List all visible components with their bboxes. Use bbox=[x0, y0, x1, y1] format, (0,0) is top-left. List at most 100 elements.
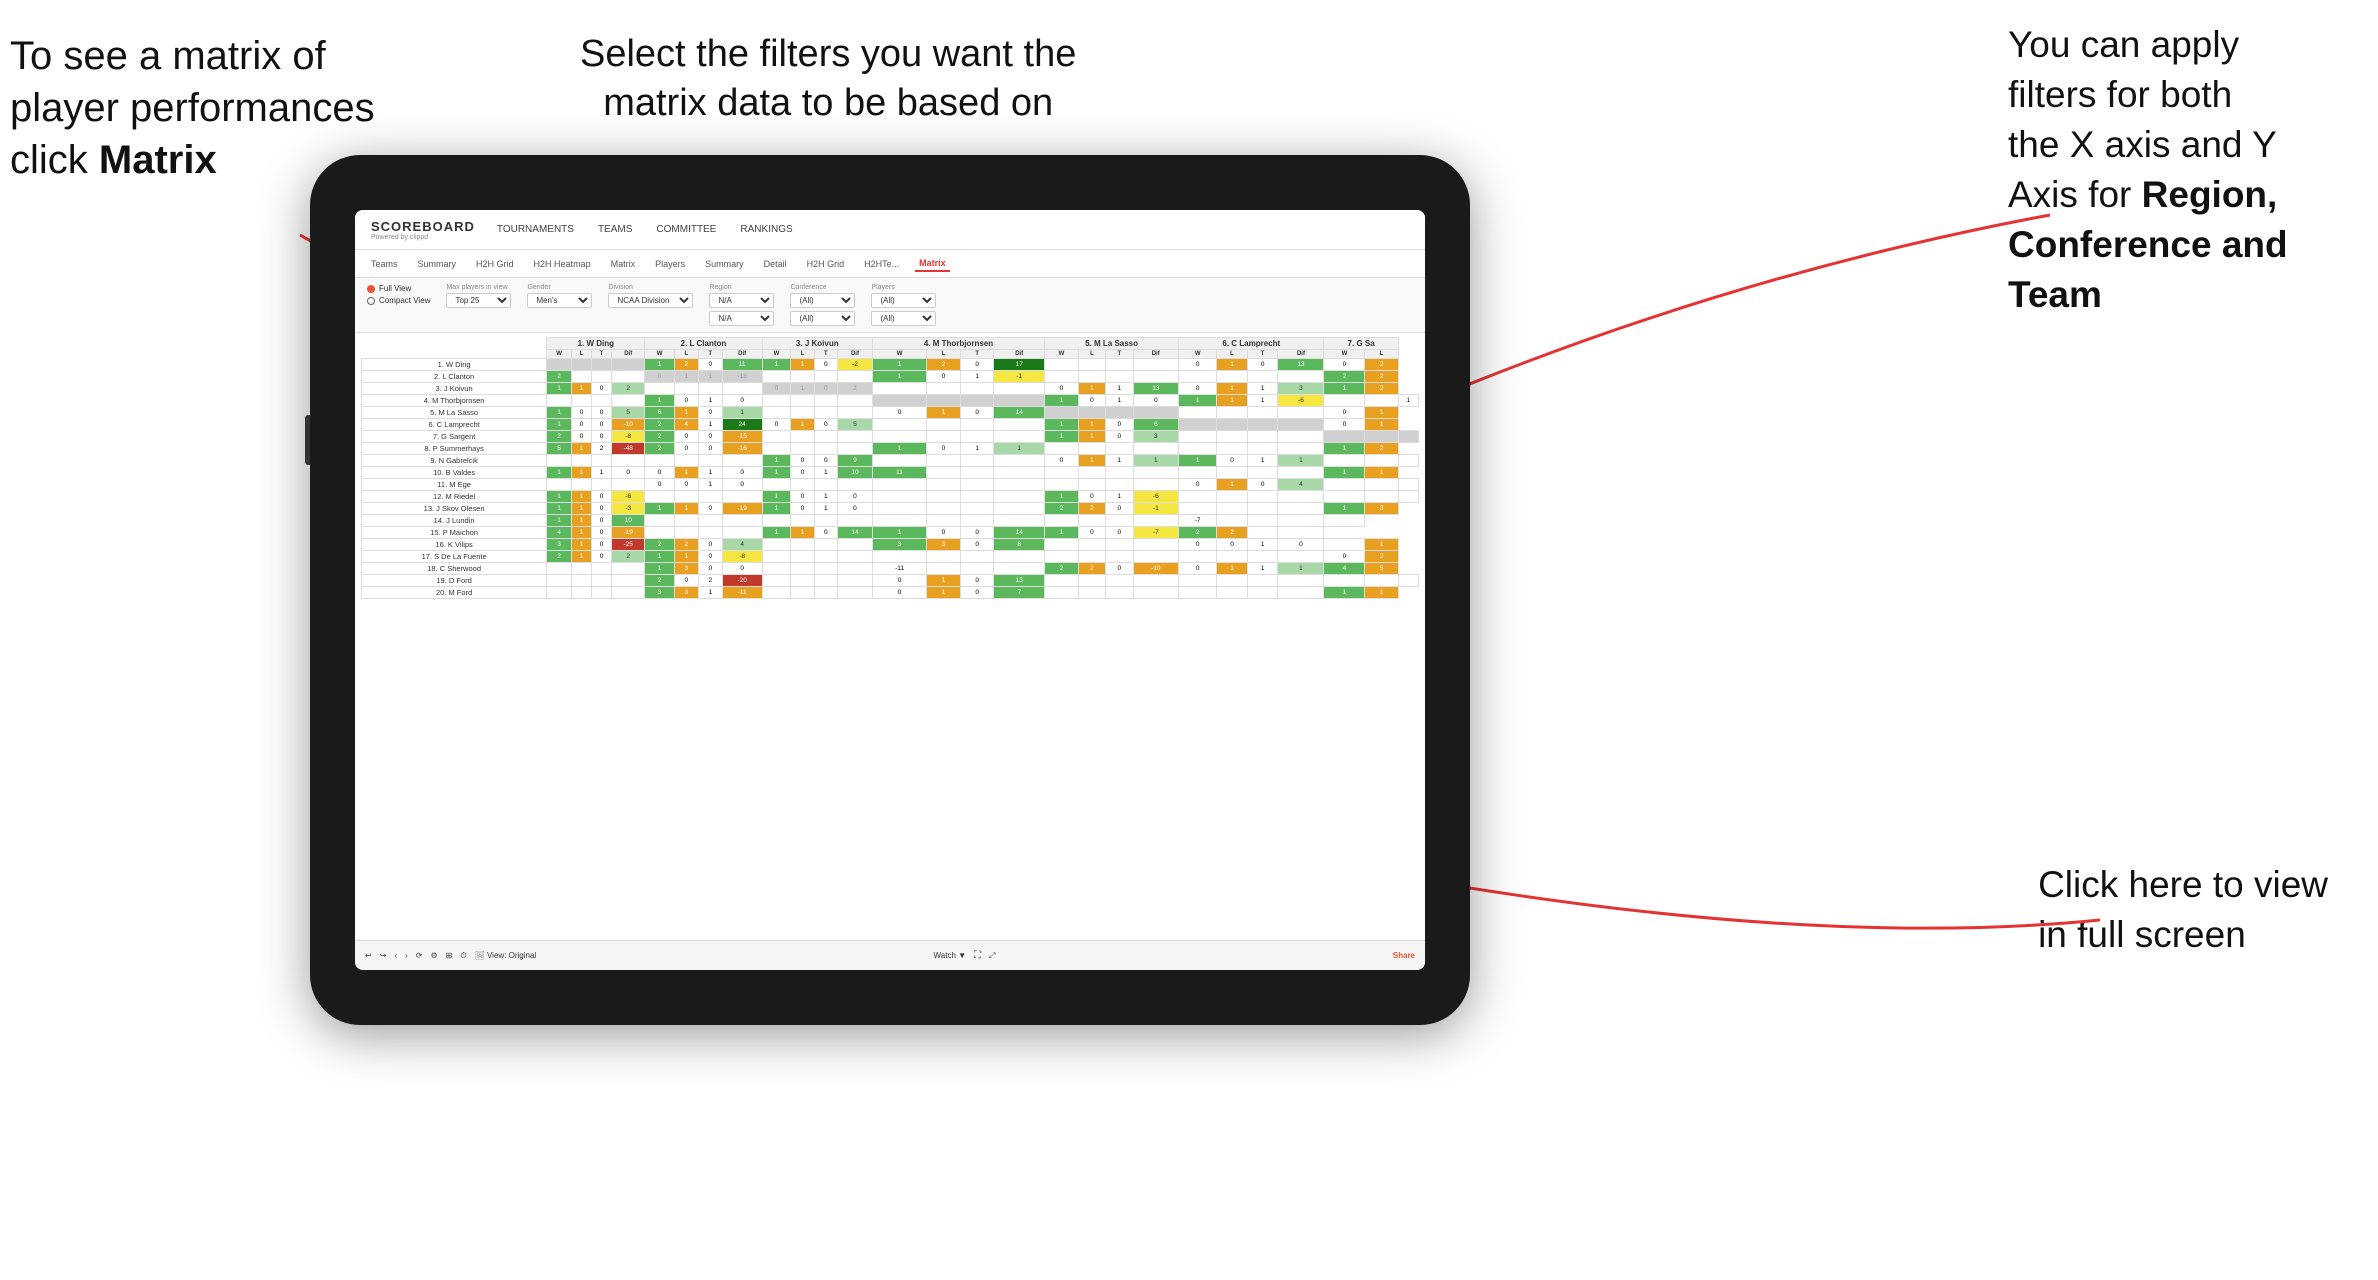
max-players-select[interactable]: Top 25 bbox=[446, 293, 511, 308]
matrix-cell: 3 bbox=[1365, 503, 1398, 515]
matrix-cell: -11 bbox=[872, 563, 926, 575]
tab-matrix-active[interactable]: Matrix bbox=[915, 256, 950, 272]
timer-btn[interactable]: ⏱ bbox=[460, 951, 466, 961]
matrix-cell: 0 bbox=[927, 443, 961, 455]
row-label: 12. M Riedel bbox=[362, 491, 547, 503]
matrix-cell bbox=[1365, 431, 1398, 443]
matrix-cell: 17 bbox=[994, 359, 1045, 371]
matrix-cell bbox=[571, 587, 591, 599]
tab-detail[interactable]: Detail bbox=[760, 257, 791, 271]
matrix-cell bbox=[791, 575, 814, 587]
matrix-cell: -7 bbox=[1179, 515, 1217, 527]
undo-btn[interactable]: ↩ bbox=[365, 951, 372, 960]
filters-area: Full View Compact View Max players in vi… bbox=[355, 278, 1425, 333]
grid-btn[interactable]: ⊞ bbox=[446, 951, 453, 960]
back-btn[interactable]: ‹ bbox=[394, 951, 397, 960]
matrix-cell bbox=[960, 563, 994, 575]
matrix-cell: 6 bbox=[645, 407, 674, 419]
matrix-cell: 1 bbox=[547, 383, 572, 395]
matrix-cell: 1 bbox=[698, 395, 722, 407]
sh-t2: T bbox=[698, 350, 722, 359]
region-select-1[interactable]: N/A bbox=[709, 293, 774, 308]
matrix-cell bbox=[927, 395, 961, 407]
matrix-cell: 0 bbox=[927, 371, 961, 383]
tab-teams[interactable]: Teams bbox=[367, 257, 402, 271]
tab-h2h-heatmap[interactable]: H2H Heatmap bbox=[530, 257, 595, 271]
matrix-cell bbox=[591, 371, 611, 383]
share-btn[interactable]: Share bbox=[1393, 951, 1415, 960]
matrix-cell: 1 bbox=[547, 407, 572, 419]
watch-btn[interactable]: Watch ▼ bbox=[934, 951, 967, 960]
conference-select-2[interactable]: (All) bbox=[790, 311, 855, 326]
matrix-cell bbox=[791, 551, 814, 563]
matrix-cell bbox=[1078, 443, 1105, 455]
redo-btn[interactable]: ↪ bbox=[380, 951, 387, 960]
matrix-cell bbox=[1324, 395, 1365, 407]
matrix-cell: 1 bbox=[762, 467, 791, 479]
nav-committee[interactable]: COMMITTEE bbox=[654, 220, 718, 239]
players-select-2[interactable]: (All) bbox=[871, 311, 936, 326]
matrix-cell bbox=[612, 479, 645, 491]
matrix-cell: 4 bbox=[722, 539, 762, 551]
nav-tournaments[interactable]: TOURNAMENTS bbox=[495, 220, 576, 239]
tab-players[interactable]: Players bbox=[651, 257, 689, 271]
matrix-cell bbox=[698, 491, 722, 503]
matrix-cell bbox=[927, 383, 961, 395]
matrix-cell: -1 bbox=[1133, 503, 1179, 515]
matrix-cell: 0 bbox=[571, 419, 591, 431]
region-select-2[interactable]: N/A bbox=[709, 311, 774, 326]
filter-conference: Conference (All) (All) bbox=[790, 284, 855, 326]
radio-compact-view[interactable]: Compact View bbox=[367, 296, 430, 305]
tab-summary[interactable]: Summary bbox=[414, 257, 461, 271]
filter-division: Division NCAA Division I bbox=[608, 284, 693, 308]
matrix-cell: 1 bbox=[960, 371, 994, 383]
tab-h2h-grid-2[interactable]: H2H Grid bbox=[803, 257, 849, 271]
matrix-cell: 1 bbox=[1247, 383, 1278, 395]
matrix-cell: 1 bbox=[1106, 491, 1133, 503]
matrix-cell: 1 bbox=[927, 407, 961, 419]
matrix-cell: 2 bbox=[1365, 371, 1398, 383]
gender-select[interactable]: Men's bbox=[527, 293, 592, 308]
matrix-cell: 0 bbox=[1324, 419, 1365, 431]
matrix-cell bbox=[547, 563, 572, 575]
matrix-cell bbox=[960, 455, 994, 467]
nav-rankings[interactable]: RANKINGS bbox=[738, 220, 794, 239]
matrix-cell: 0 bbox=[1247, 479, 1278, 491]
tab-h2hte[interactable]: H2HTe... bbox=[860, 257, 903, 271]
matrix-cell: 0 bbox=[1324, 359, 1365, 371]
players-select-1[interactable]: (All) bbox=[871, 293, 936, 308]
view-options: Full View Compact View bbox=[367, 284, 430, 305]
share-icon-btn[interactable]: ⤢ bbox=[989, 951, 995, 961]
row-label: 11. M Ege bbox=[362, 479, 547, 491]
matrix-cell bbox=[791, 563, 814, 575]
sh-l4: L bbox=[927, 350, 961, 359]
matrix-cell: 0 bbox=[698, 551, 722, 563]
region-label: Region bbox=[709, 284, 774, 291]
matrix-cell bbox=[547, 479, 572, 491]
forward-btn[interactable]: › bbox=[405, 951, 408, 960]
matrix-cell: 1 bbox=[814, 503, 837, 515]
fullscreen-btn[interactable]: ⛶ bbox=[974, 950, 981, 961]
sh-t1: T bbox=[591, 350, 611, 359]
division-select[interactable]: NCAA Division I bbox=[608, 293, 693, 308]
tab-matrix-1[interactable]: Matrix bbox=[607, 257, 640, 271]
matrix-cell bbox=[1217, 515, 1248, 527]
refresh-btn[interactable]: ⟳ bbox=[416, 951, 423, 960]
matrix-cell: 0 bbox=[762, 383, 791, 395]
tab-h2h-grid[interactable]: H2H Grid bbox=[472, 257, 518, 271]
conference-select-1[interactable]: (All) bbox=[790, 293, 855, 308]
settings-btn[interactable]: ⚙ bbox=[430, 951, 437, 960]
radio-full-view[interactable]: Full View bbox=[367, 284, 430, 293]
matrix-cell: 0 bbox=[1133, 395, 1179, 407]
matrix-cell: -18 bbox=[722, 371, 762, 383]
matrix-cell: 0 bbox=[1278, 539, 1324, 551]
table-row: 16. K Vilips310-252204330800101 bbox=[362, 539, 1419, 551]
nav-teams[interactable]: TEAMS bbox=[596, 220, 634, 239]
matrix-cell bbox=[698, 383, 722, 395]
matrix-cell: 1 bbox=[674, 551, 698, 563]
table-row: 9. N Gabrelcik100901111011 bbox=[362, 455, 1419, 467]
matrix-cell bbox=[1078, 359, 1105, 371]
tab-summary-2[interactable]: Summary bbox=[701, 257, 748, 271]
matrix-cell bbox=[1217, 371, 1248, 383]
matrix-cell bbox=[1217, 431, 1248, 443]
